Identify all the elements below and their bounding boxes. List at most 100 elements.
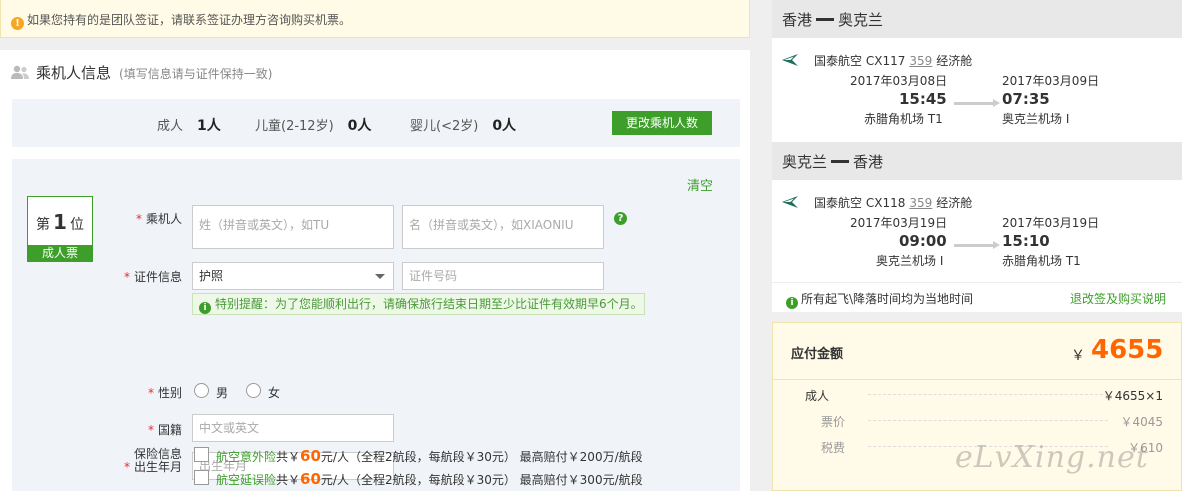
adult-count: 成人 1人 — [157, 115, 221, 135]
watermark: eLvXing.net — [955, 440, 1149, 475]
local-time-note-text: 所有起飞\降落时间均为当地时间 — [801, 292, 974, 306]
cabin-class: 经济舱 — [936, 54, 973, 68]
clear-link[interactable]: 清空 — [687, 175, 713, 194]
price-row-label: 成人 — [805, 389, 830, 403]
departure-date: 2017年03月08日 — [850, 74, 948, 88]
adult-value: 1人 — [197, 118, 221, 134]
gender-female-radio[interactable] — [246, 383, 261, 398]
refund-rules-link[interactable]: 退改签及购买说明 — [1070, 290, 1166, 307]
divider — [773, 379, 1181, 380]
insurance-delay-link[interactable]: 航空延误险 — [216, 473, 276, 487]
seat-prefix: 第 — [36, 217, 51, 233]
airline-logo-icon — [782, 196, 798, 208]
insurance-delay-checkbox[interactable] — [194, 470, 209, 485]
route-from: 奥克兰 — [782, 153, 828, 171]
insurance-desc: 元/人（全程2航段，每航段￥30元） 最高赔付￥200万/航段 — [320, 450, 643, 464]
flight-number: CX118 — [865, 196, 906, 210]
required-mark: * — [123, 270, 130, 284]
total-amount: 4655 — [1091, 335, 1164, 365]
arrival-date: 2017年03月09日 — [1002, 74, 1100, 88]
child-label: 儿童(2-12岁) — [255, 119, 334, 134]
gender-male-radio[interactable] — [194, 383, 209, 398]
route-dash — [831, 160, 850, 163]
price-row-value: ￥4045 — [1120, 415, 1163, 429]
insurance-price-prefix: 共￥ — [276, 450, 301, 464]
insurance-label: 保险信息 — [133, 447, 182, 461]
arrow-right-icon — [954, 99, 1000, 107]
outbound-route-header: 香港 奥克兰 — [772, 0, 1182, 38]
insurance-accident-link[interactable]: 航空意外险 — [216, 450, 276, 464]
id-type-value: 护照 — [199, 269, 224, 283]
flight-info: 国泰航空 CX118 359 经济舱 — [814, 194, 972, 211]
gender-female-label: 女 — [268, 386, 281, 400]
insurance-price-prefix: 共￥ — [276, 473, 301, 487]
change-passenger-count-button[interactable]: 更改乘机人数 — [612, 111, 712, 135]
departure-airport: 赤腊角机场 T1 — [864, 112, 943, 126]
insurance-price: 60 — [300, 470, 321, 488]
id-label-text: 证件信息 — [133, 270, 182, 284]
chevron-down-icon — [375, 274, 385, 279]
gender-label-text: 性别 — [157, 386, 182, 400]
info-icon: i — [786, 297, 798, 309]
gender-label: * 性别 — [122, 384, 182, 401]
warning-icon: ! — [11, 17, 24, 30]
infant-label: 婴儿(<2岁) — [410, 119, 479, 134]
name-label: * 乘机人 — [122, 210, 182, 227]
flight-number: CX117 — [865, 54, 906, 68]
outbound-flight-card: 国泰航空 CX117 359 经济舱 2017年03月08日 15:45 赤腊角机场… — [772, 38, 1182, 142]
id-number-input[interactable]: 证件号码 — [402, 262, 604, 290]
section-hint: (填写信息请与证件保持一致) — [119, 67, 273, 81]
departure-date: 2017年03月19日 — [850, 216, 948, 230]
route-from: 香港 — [782, 11, 813, 29]
airline-name: 国泰航空 — [814, 196, 863, 210]
arrow-right-icon — [954, 241, 1000, 249]
aircraft-type[interactable]: 359 — [909, 54, 932, 68]
passenger-counts-bar: 成人 1人 儿童(2-12岁) 0人 婴儿(<2岁) 0人 更改乘机人数 — [12, 99, 740, 147]
help-icon[interactable]: ? — [614, 212, 627, 225]
aircraft-type[interactable]: 359 — [909, 196, 932, 210]
departure-time: 15:45 — [899, 90, 947, 108]
required-mark: * — [123, 460, 130, 474]
route-to: 香港 — [853, 153, 884, 171]
users-icon — [11, 65, 29, 79]
ticket-type-tag: 成人票 — [28, 245, 92, 261]
departure-airport: 奥克兰机场 I — [876, 254, 944, 268]
nationality-label-text: 国籍 — [157, 423, 182, 437]
seat-index: 1 — [53, 210, 67, 234]
arrival-airport: 奥克兰机场 I — [1002, 112, 1070, 126]
insurance-price: 60 — [300, 447, 321, 465]
seat-suffix: 位 — [69, 217, 84, 233]
arrival-time: 15:10 — [1002, 232, 1050, 250]
insurance-accident-checkbox[interactable] — [194, 447, 209, 462]
id-type-select[interactable]: 护照 — [192, 262, 394, 290]
passenger-seat-badge: 第1位 成人票 — [27, 196, 93, 262]
child-count: 儿童(2-12岁) 0人 — [255, 115, 371, 135]
id-label: * 证件信息 — [122, 268, 182, 285]
surname-input[interactable]: 姓（拼音或英文），如TU — [192, 205, 394, 249]
currency-symbol: ￥ — [1071, 348, 1085, 364]
airline-logo-icon — [782, 54, 798, 66]
return-flight-card: 国泰航空 CX118 359 经济舱 2017年03月19日 09:00 奥克兰机场… — [772, 180, 1182, 284]
section-title: 乘机人信息 (填写信息请与证件保持一致) — [10, 62, 272, 83]
child-value: 0人 — [347, 118, 372, 134]
group-visa-notice: ! 如果您持有的是团队签证，请联系签证办理方咨询购买机票。 — [0, 0, 750, 38]
nationality-input[interactable]: 中文或英文 — [192, 414, 394, 442]
insurance-desc: 元/人（全程2航段，每航段￥30元） 最高赔付￥300元/航段 — [320, 473, 643, 487]
given-name-input[interactable]: 名（拼音或英文），如XIAONIU — [402, 205, 604, 249]
gender-male-label: 男 — [216, 386, 229, 400]
validity-tip-text: 特别提醒：为了您能顺利出行，请确保旅行结束日期至少比证件有效期早6个月。 — [215, 297, 643, 311]
payment-title: 应付金额 — [791, 347, 844, 362]
airline-name: 国泰航空 — [814, 54, 863, 68]
notice-text: 如果您持有的是团队签证，请联系签证办理方咨询购买机票。 — [27, 13, 352, 27]
dotted-leader — [868, 394, 1108, 395]
required-mark: * — [147, 423, 154, 437]
dotted-leader — [868, 420, 1108, 421]
info-icon: i — [199, 302, 211, 314]
cabin-class: 经济舱 — [936, 196, 973, 210]
arrival-airport: 赤腊角机场 T1 — [1002, 254, 1081, 268]
infant-count: 婴儿(<2岁) 0人 — [410, 115, 516, 135]
section-title-text: 乘机人信息 — [36, 64, 112, 82]
insurance-accident: 航空意外险共￥60元/人（全程2航段，每航段￥30元） 最高赔付￥200万/航段 — [216, 447, 643, 465]
birth-label-text: 出生年月 — [133, 460, 182, 474]
route-to: 奥克兰 — [838, 11, 884, 29]
